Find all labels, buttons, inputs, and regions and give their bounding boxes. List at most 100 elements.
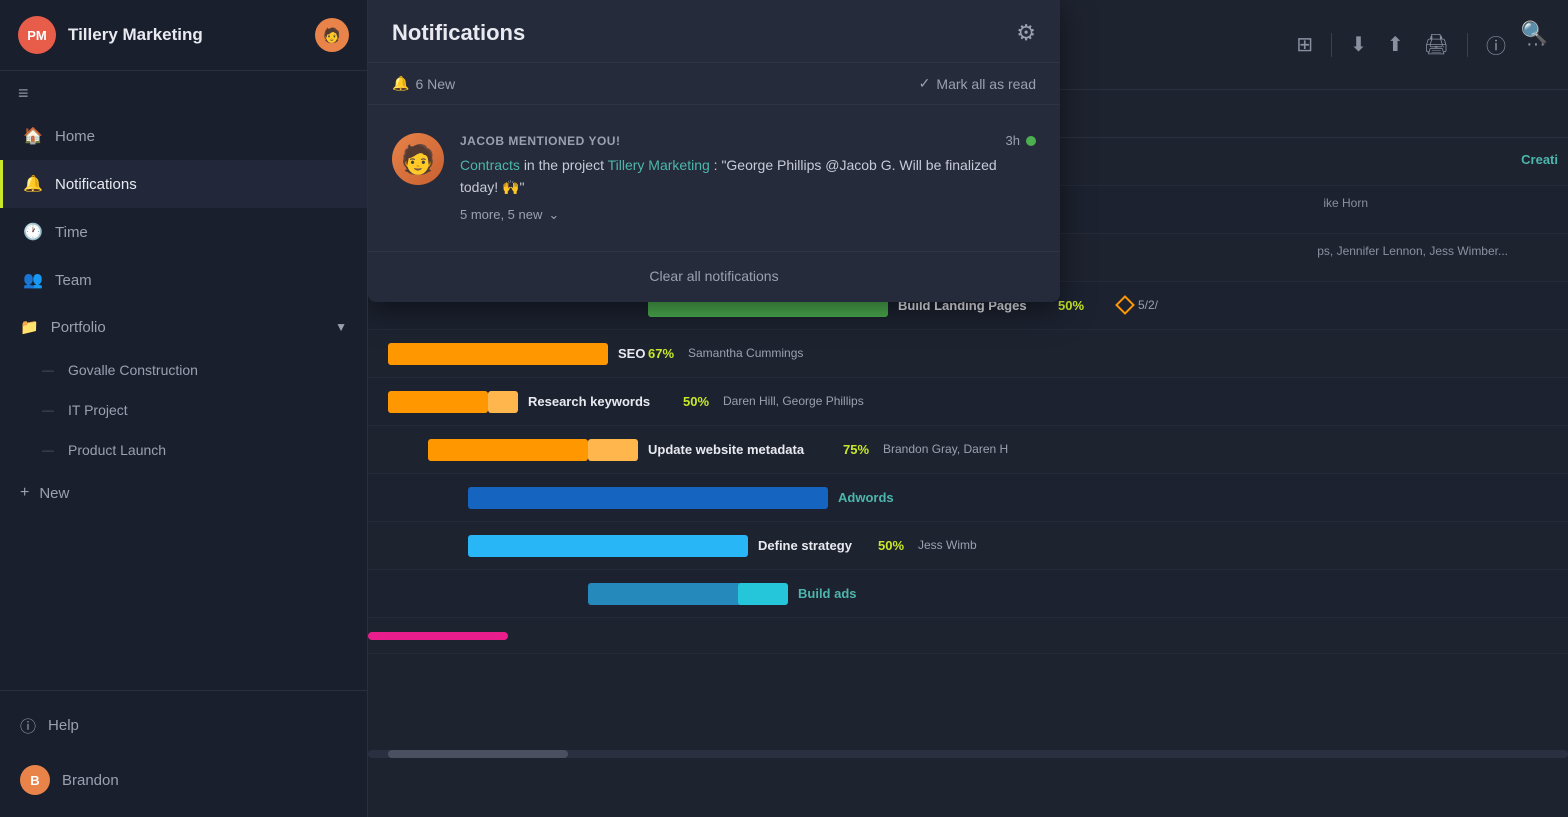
separator <box>1331 33 1332 57</box>
sub-item-label-govalle: Govalle Construction <box>68 362 198 378</box>
user-avatar-header[interactable]: 🧑 <box>315 18 349 52</box>
gantt-scrollbar-track[interactable] <box>368 750 1568 758</box>
sidebar-menu-icon[interactable]: ≡ <box>0 75 367 112</box>
sidebar-item-label-team: Team <box>55 272 92 289</box>
new-item-label: New <box>39 485 69 502</box>
sidebar-header: PM Tillery Marketing 🧑 <box>0 0 367 71</box>
message-text-1: in the project <box>524 157 608 173</box>
new-count-label: 6 New <box>415 76 455 92</box>
assignee-overlay-1: ike Horn <box>1323 196 1368 210</box>
person-seo: Samantha Cummings <box>688 346 803 360</box>
notification-message: Contracts in the project Tillery Marketi… <box>460 154 1036 199</box>
notification-body: 🧑 JACOB MENTIONED YOU! 3h Contracts in t… <box>368 105 1060 251</box>
download-icon[interactable]: ⬇ <box>1344 28 1373 61</box>
chevron-down-icon: ▼ <box>335 320 347 334</box>
notification-footer: Clear all notifications <box>368 251 1060 302</box>
task-label-adwords: Adwords <box>838 490 894 505</box>
notif-avatar: 🧑 <box>392 133 444 185</box>
person-research-kw: Daren Hill, George Phillips <box>723 394 864 408</box>
app-logo[interactable]: PM <box>18 16 56 54</box>
task-label-build-ads: Build ads <box>798 586 857 601</box>
pct-research-kw: 50% <box>683 394 709 409</box>
task-label-research-kw: Research keywords <box>528 394 650 409</box>
sidebar: PM Tillery Marketing 🧑 ≡ 🏠 Home 🔔 Notifi… <box>0 0 368 817</box>
gantt-tools: ⊞ ⬇ ⬆ 🖨 ⓘ ··· <box>1290 26 1552 63</box>
gantt-row: Update website metadata 75% Brandon Gray… <box>368 426 1568 474</box>
portfolio-icon: 📁 <box>20 318 39 336</box>
notification-subheader: 🔔 6 New ✓ Mark all as read <box>368 63 1060 105</box>
gantt-row: Adwords <box>368 474 1568 522</box>
chevron-down-icon: ⌄ <box>548 207 559 223</box>
share-icon[interactable]: ⬆ <box>1381 28 1410 61</box>
workspace-title: Tillery Marketing <box>68 25 303 45</box>
online-dot <box>1026 136 1036 146</box>
sidebar-item-label-home: Home <box>55 128 95 145</box>
time-label: 3h <box>1006 133 1020 148</box>
notification-meta: JACOB MENTIONED YOU! 3h <box>460 133 1036 148</box>
project-link[interactable]: Tillery Marketing <box>608 157 710 173</box>
pct-seo: 67% <box>648 346 674 361</box>
milestone <box>1115 295 1135 315</box>
sidebar-item-user[interactable]: B Brandon <box>0 751 367 809</box>
milestone-date: 5/2/ <box>1138 298 1158 312</box>
sidebar-item-time[interactable]: 🕐 Time <box>0 208 367 256</box>
check-icon: ✓ <box>919 75 931 92</box>
gantt-row: SEO 67% Samantha Cummings <box>368 330 1568 378</box>
clear-all-button[interactable]: Clear all notifications <box>649 268 778 284</box>
group-label: Creati <box>1521 152 1558 167</box>
clock-icon: 🕐 <box>23 222 43 242</box>
new-item-button[interactable]: + New <box>0 470 367 516</box>
gantt-scrollbar-thumb[interactable] <box>388 750 568 758</box>
notification-header: Notifications ⚙ <box>368 0 1060 63</box>
gantt-row: Build ads <box>368 570 1568 618</box>
task-label-define-strategy: Define strategy <box>758 538 852 553</box>
sidebar-subitem-it[interactable]: IT Project <box>0 390 367 430</box>
mark-all-read-button[interactable]: ✓ Mark all as read <box>919 75 1036 92</box>
gantt-row: Research keywords 50% Daren Hill, George… <box>368 378 1568 426</box>
sidebar-item-label-help: Help <box>48 717 79 734</box>
pct-build-landing: 50% <box>1058 298 1084 313</box>
sidebar-subitem-product[interactable]: Product Launch <box>0 430 367 470</box>
print-icon[interactable]: 🖨 <box>1418 28 1455 61</box>
sidebar-item-label-notifications: Notifications <box>55 176 137 193</box>
more-text: 5 more, 5 new <box>460 207 542 222</box>
notification-actor: JACOB MENTIONED YOU! <box>460 134 620 148</box>
settings-icon[interactable]: ⚙ <box>1016 20 1036 46</box>
bell-icon-small: 🔔 <box>392 75 409 92</box>
notification-time: 3h <box>1006 133 1036 148</box>
plus-icon: + <box>20 484 29 502</box>
user-name: Brandon <box>62 772 119 789</box>
team-icon: 👥 <box>23 270 43 290</box>
mark-read-label: Mark all as read <box>936 76 1036 92</box>
notification-title: Notifications <box>392 20 525 46</box>
sidebar-item-notifications[interactable]: 🔔 Notifications <box>0 160 367 208</box>
gantt-row: Define strategy 50% Jess Wimb <box>368 522 1568 570</box>
sidebar-item-home[interactable]: 🏠 Home <box>0 112 367 160</box>
assignee-overlay-2: ps, Jennifer Lennon, Jess Wimber... <box>1317 244 1508 258</box>
sidebar-nav: 🏠 Home 🔔 Notifications 🕐 Time 👥 Team 📁 P… <box>0 112 367 690</box>
notification-item: 🧑 JACOB MENTIONED YOU! 3h Contracts in t… <box>392 121 1036 235</box>
notification-count: 🔔 6 New <box>392 75 455 92</box>
pct-define-strategy: 50% <box>878 538 904 553</box>
sidebar-item-portfolio[interactable]: 📁 Portfolio ▼ <box>0 304 367 350</box>
contracts-link[interactable]: Contracts <box>460 157 520 173</box>
person-update-meta: Brandon Gray, Daren H <box>883 442 1008 456</box>
info-icon[interactable]: ⓘ <box>1480 26 1512 63</box>
gantt-row <box>368 618 1568 654</box>
separator2 <box>1467 33 1468 57</box>
home-icon: 🏠 <box>23 126 43 146</box>
show-more-button[interactable]: 5 more, 5 new ⌄ <box>460 207 1036 223</box>
sidebar-item-team[interactable]: 👥 Team <box>0 256 367 304</box>
search-button[interactable]: 🔍 <box>1521 20 1548 46</box>
sidebar-footer: ⓘ Help B Brandon <box>0 690 367 817</box>
grid-icon[interactable]: ⊞ <box>1290 28 1319 61</box>
sidebar-item-help[interactable]: ⓘ Help <box>0 699 367 751</box>
sidebar-subitem-govalle[interactable]: Govalle Construction <box>0 350 367 390</box>
task-label-update-meta: Update website metadata <box>648 442 804 457</box>
sub-item-label-it: IT Project <box>68 402 128 418</box>
pct-update-meta: 75% <box>843 442 869 457</box>
user-avatar: B <box>20 765 50 795</box>
notification-panel: Notifications ⚙ 🔔 6 New ✓ Mark all as re… <box>368 0 1060 302</box>
sidebar-item-label-portfolio: Portfolio <box>51 319 106 336</box>
task-label-seo: SEO <box>618 346 645 361</box>
